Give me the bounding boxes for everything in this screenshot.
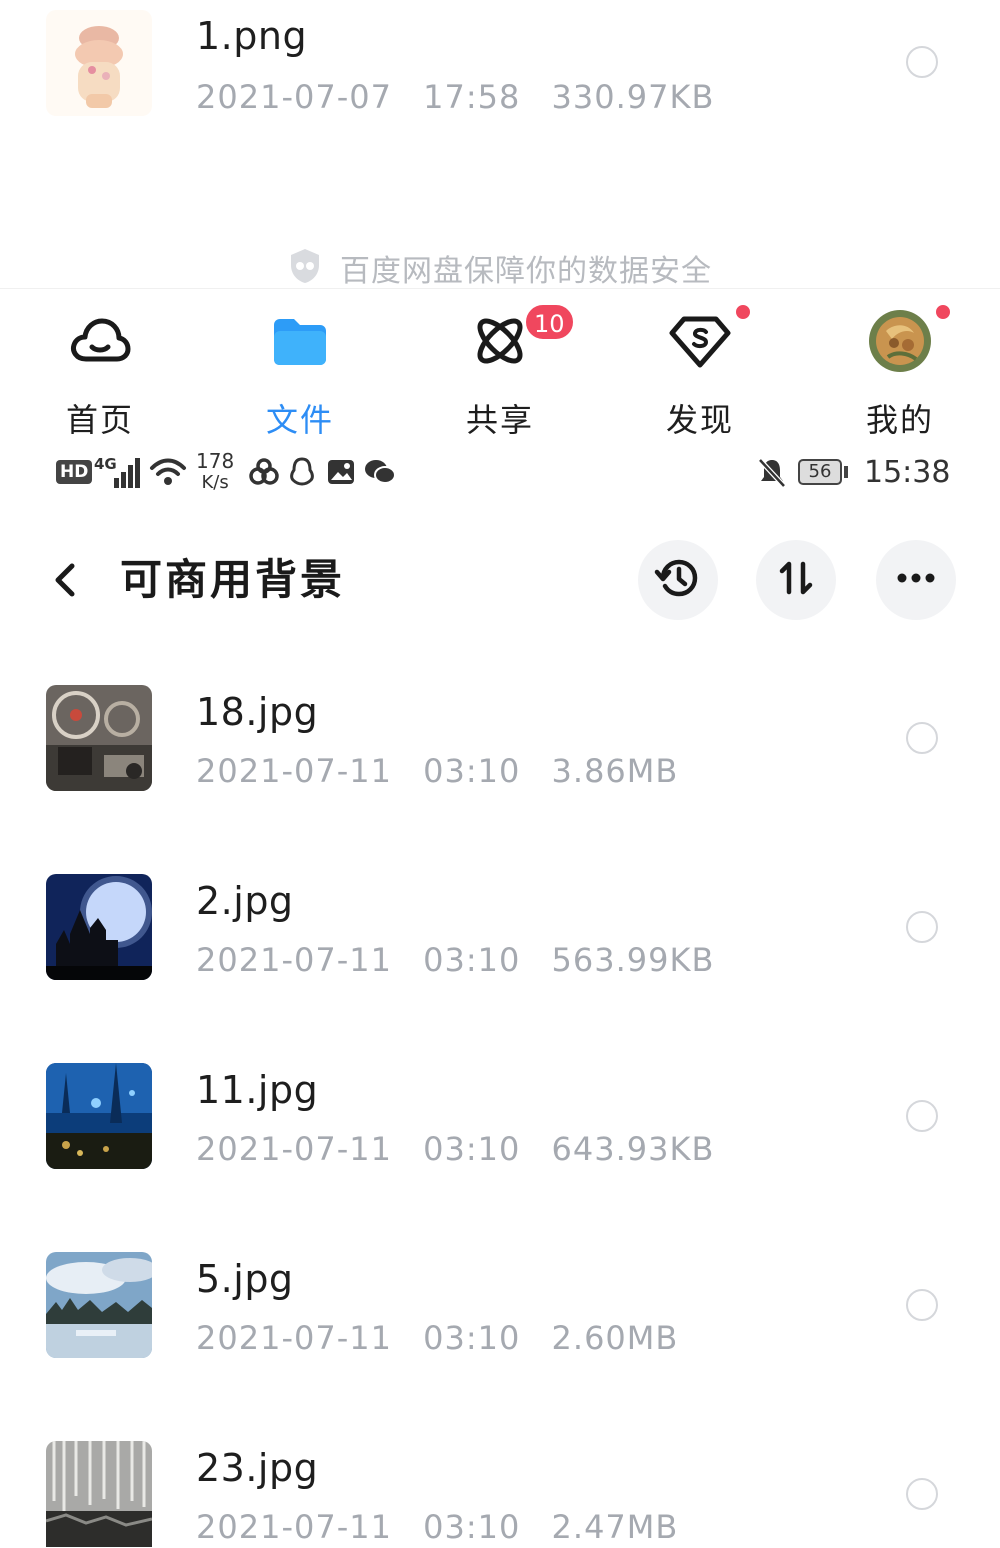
file-meta: 2021-07-11 03:10 2.47MB	[196, 1508, 698, 1546]
security-note-text: 百度网盘保障你的数据安全	[340, 254, 712, 289]
nav-label-home: 首页	[65, 401, 134, 439]
file-size: 330.97KB	[551, 78, 715, 116]
share-atom-icon	[468, 309, 532, 373]
file-thumbnail	[46, 10, 152, 116]
shield-icon	[288, 247, 322, 293]
more-button[interactable]	[876, 540, 956, 620]
status-bar: HD 4G 178 K/s 56 15:38	[0, 444, 1000, 500]
file-thumbnail	[46, 874, 152, 980]
select-radio[interactable]	[906, 722, 938, 754]
file-time: 03:10	[423, 1319, 521, 1357]
file-date: 2021-07-11	[196, 1319, 392, 1357]
net-speed: 178 K/s	[196, 444, 234, 500]
select-radio[interactable]	[906, 911, 938, 943]
more-icon	[892, 554, 940, 606]
select-radio[interactable]	[906, 1100, 938, 1132]
file-time: 03:10	[423, 1508, 521, 1546]
file-time: 17:58	[423, 78, 521, 116]
page-header: 可商用背景	[0, 540, 1000, 620]
file-thumbnail	[46, 1441, 152, 1547]
folder-icon	[268, 309, 332, 373]
file-meta: 2021-07-11 03:10 643.93KB	[196, 1130, 734, 1168]
mute-icon	[756, 444, 788, 500]
bottom-nav: 首页 文件 10 共享 发现 我的	[0, 288, 1000, 439]
file-date: 2021-07-11	[196, 1508, 392, 1546]
hd-label: HD	[56, 460, 93, 484]
file-meta: 2021-07-11 03:10 3.86MB	[196, 752, 698, 790]
nav-label-discover: 发现	[665, 401, 734, 439]
cloud-icon	[68, 309, 132, 373]
net-speed-value: 178	[196, 449, 235, 473]
qq-icon	[288, 444, 316, 500]
list-item[interactable]: 2.jpg 2021-07-11 03:10 563.99KB	[0, 849, 1000, 1038]
nav-label-share: 共享	[465, 401, 534, 439]
list-item[interactable]: 11.jpg 2021-07-11 03:10 643.93KB	[0, 1038, 1000, 1227]
file-row-1png[interactable]: 1.png 2021-07-07 17:58 330.97KB	[0, 0, 1000, 200]
file-thumbnail	[46, 1063, 152, 1169]
nav-label-mine: 我的	[865, 401, 934, 439]
baidu-netdisk-icon	[248, 444, 280, 500]
file-meta: 2021-07-11 03:10 563.99KB	[196, 941, 734, 979]
security-note: 百度网盘保障你的数据安全	[0, 246, 1000, 293]
battery-indicator: 56	[798, 444, 848, 500]
battery-cap	[844, 466, 848, 478]
nav-item-mine[interactable]: 我的	[800, 289, 1000, 439]
avatar	[868, 309, 932, 373]
file-meta: 2021-07-11 03:10 2.60MB	[196, 1319, 698, 1357]
file-date: 2021-07-11	[196, 941, 392, 979]
discover-diamond-icon	[668, 309, 732, 373]
battery-level: 56	[798, 459, 842, 485]
list-item[interactable]: 18.jpg 2021-07-11 03:10 3.86MB	[0, 660, 1000, 849]
file-size: 2.47MB	[551, 1508, 679, 1546]
network-label: 4G	[94, 455, 117, 473]
file-time: 03:10	[423, 752, 521, 790]
select-radio[interactable]	[906, 46, 938, 78]
file-name: 1.png	[196, 14, 308, 58]
sort-button[interactable]	[756, 540, 836, 620]
wifi-icon	[148, 444, 188, 500]
list-item[interactable]: 23.jpg 2021-07-11 03:10 2.47MB	[0, 1416, 1000, 1548]
file-size: 2.60MB	[551, 1319, 679, 1357]
file-name: 18.jpg	[196, 690, 319, 734]
list-item[interactable]: 5.jpg 2021-07-11 03:10 2.60MB	[0, 1227, 1000, 1416]
file-time: 03:10	[423, 941, 521, 979]
gallery-icon	[326, 444, 356, 500]
file-time: 03:10	[423, 1130, 521, 1168]
file-size: 563.99KB	[551, 941, 715, 979]
nav-item-home[interactable]: 首页	[0, 289, 200, 439]
page-title: 可商用背景	[120, 555, 346, 604]
file-name: 2.jpg	[196, 879, 294, 923]
select-radio[interactable]	[906, 1289, 938, 1321]
file-date: 2021-07-11	[196, 752, 392, 790]
discover-dot	[734, 303, 752, 321]
status-time: 15:38	[864, 454, 951, 490]
file-thumbnail	[46, 685, 152, 791]
back-button[interactable]	[42, 550, 92, 610]
file-name: 23.jpg	[196, 1446, 319, 1490]
nav-label-files: 文件	[265, 401, 334, 439]
hd-icon: HD	[56, 444, 93, 500]
nav-item-files[interactable]: 文件	[200, 289, 400, 439]
file-date: 2021-07-11	[196, 1130, 392, 1168]
sort-icon	[772, 554, 820, 606]
file-size: 3.86MB	[551, 752, 679, 790]
file-meta: 2021-07-07 17:58 330.97KB	[196, 78, 734, 116]
history-icon	[654, 554, 702, 606]
file-size: 643.93KB	[551, 1130, 715, 1168]
history-button[interactable]	[638, 540, 718, 620]
file-name: 5.jpg	[196, 1257, 294, 1301]
file-name: 11.jpg	[196, 1068, 319, 1112]
select-radio[interactable]	[906, 1478, 938, 1510]
file-date: 2021-07-07	[196, 78, 392, 116]
file-thumbnail	[46, 1252, 152, 1358]
share-badge: 10	[524, 303, 575, 341]
wechat-icon	[364, 444, 396, 500]
nav-item-share[interactable]: 10 共享	[400, 289, 600, 439]
net-speed-unit: K/s	[201, 472, 229, 493]
nav-item-discover[interactable]: 发现	[600, 289, 800, 439]
mine-dot	[934, 303, 952, 321]
